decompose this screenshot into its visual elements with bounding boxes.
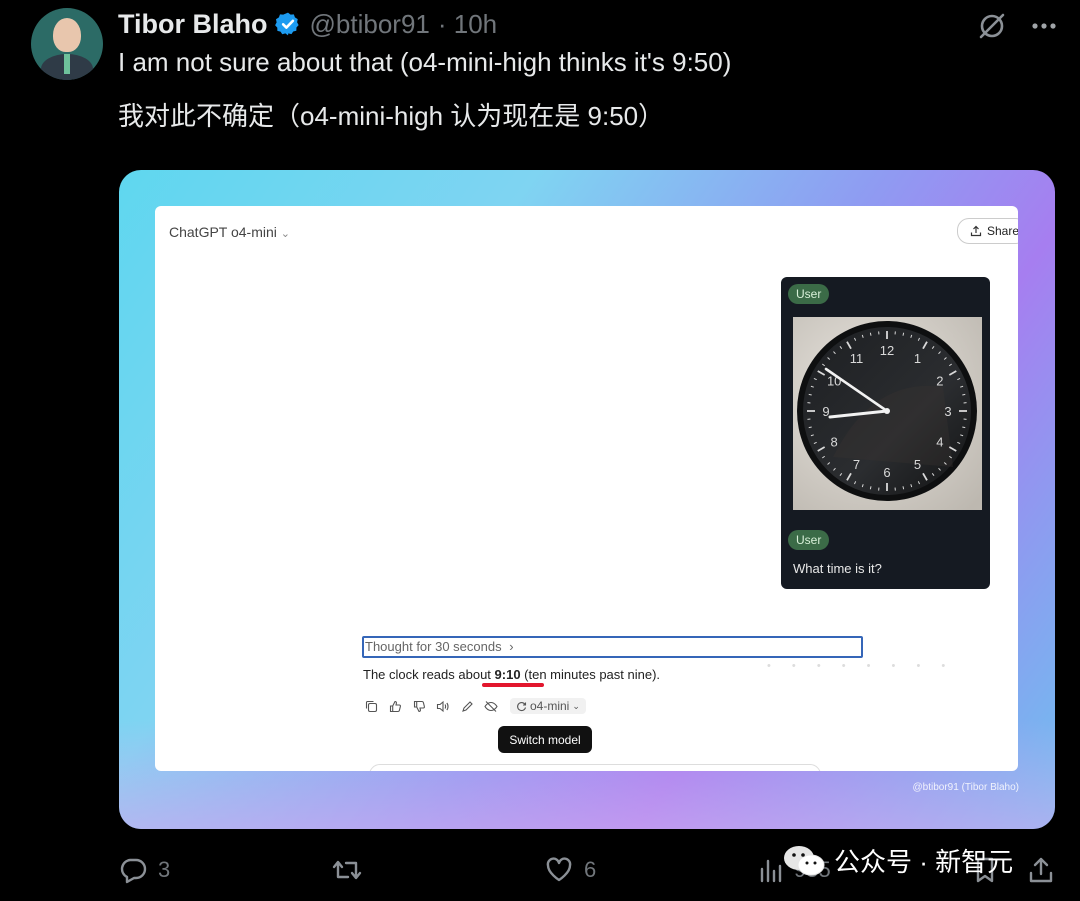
thought-toggle: Thought for 30 seconds › [362, 636, 863, 658]
reply-button[interactable]: 3 [118, 840, 170, 900]
thumbs-up-icon [386, 697, 404, 715]
clock-tick [808, 393, 812, 396]
avatar-face [53, 18, 81, 52]
post-time[interactable]: · 10h [438, 9, 497, 40]
chevron-down-icon: ⌄ [280, 228, 291, 240]
like-button[interactable]: 6 [544, 840, 596, 900]
tweet-text-chinese: 我对此不确定（o4-mini-high 认为现在是 9:50） [118, 101, 665, 131]
author-name[interactable]: Tibor Blaho [118, 9, 268, 40]
share-label: Share [987, 224, 1018, 238]
hide-icon [482, 697, 500, 715]
wechat-watermark: 公众号 · 新智元 [782, 842, 1013, 879]
clock-photo: 12 1 2 3 4 5 6 7 8 9 10 11 [793, 317, 982, 510]
clock-tick [808, 426, 812, 429]
answer-suffix: (ten minutes past nine). [520, 667, 661, 682]
image-credit: @btibor91 (Tibor Blaho) [912, 782, 1020, 793]
red-underline-annotation [482, 683, 544, 687]
wechat-icon [784, 845, 825, 875]
copy-icon [362, 697, 380, 715]
clock-tick [869, 486, 872, 490]
clock-numeral: 11 [850, 351, 864, 366]
author-row: Tibor Blaho @btibor91 · 10h [118, 6, 497, 42]
clock-numeral: 12 [880, 343, 894, 358]
clock-tick [962, 393, 966, 396]
repost-icon [332, 860, 362, 880]
heart-icon [546, 857, 572, 882]
user-badge: User [788, 284, 830, 304]
clock-numeral: 6 [883, 465, 890, 480]
chatgpt-screenshot: ChatGPT o4-mini ⌄ Share User 12 1 2 3 4 … [155, 206, 1018, 771]
share-button: Share [957, 218, 1018, 244]
refresh-icon [517, 701, 527, 711]
model-selector: ChatGPT o4-mini ⌄ [169, 224, 290, 240]
verified-badge-icon [274, 12, 299, 36]
clock-tick [902, 332, 905, 336]
author-handle[interactable]: @btibor91 [310, 9, 430, 40]
assistant-answer: The clock reads about 9:10 (ten minutes … [363, 667, 660, 682]
chevron-down-icon: ⌄ [572, 700, 580, 711]
more-options-icon[interactable] [1030, 12, 1058, 40]
clock-numeral: 1 [914, 351, 921, 366]
top-actions [976, 10, 1058, 42]
switch-model-chip: o4-mini ⌄ [510, 698, 586, 714]
answer-prefix: The clock reads about [363, 667, 495, 682]
chevron-right-icon: › [509, 639, 514, 654]
tweet-text-english: I am not sure about that (o4-mini-high t… [118, 47, 732, 77]
clock-tick [869, 332, 872, 336]
views-icon [760, 859, 782, 883]
faint-dots: • • • • • • • • [767, 660, 955, 672]
clock-numeral: 2 [936, 374, 943, 389]
clock-numeral: 3 [944, 404, 951, 419]
edit-icon [458, 697, 476, 715]
share-icon[interactable] [1026, 855, 1056, 885]
grok-icon[interactable] [976, 10, 1008, 42]
clock-tick [962, 426, 966, 429]
clock-numeral: 7 [853, 457, 860, 472]
wall-clock-image: 121234567891011 [793, 317, 982, 510]
model-title-label: ChatGPT o4-mini [169, 224, 277, 240]
clock-tick [902, 486, 905, 490]
avatar-tie [64, 54, 70, 74]
user-badge-2: User [788, 530, 830, 550]
watermark-text: 公众号 · 新智元 [834, 847, 1014, 877]
answer-time: 9:10 [494, 667, 521, 682]
message-actions: o4-mini ⌄ [362, 696, 586, 716]
reply-icon [120, 858, 147, 884]
thumbs-down-icon [410, 697, 428, 715]
composer-input-edge [369, 764, 821, 771]
switch-model-tooltip: Switch model [498, 726, 592, 753]
user-message-card: User 12 1 2 3 4 5 6 7 8 9 10 11 User Wha… [781, 277, 990, 589]
clock-numeral: 8 [831, 435, 838, 450]
like-count: 6 [584, 857, 597, 882]
share-icon [970, 225, 982, 237]
thought-label: Thought for 30 seconds [365, 639, 502, 654]
avatar[interactable] [31, 8, 103, 80]
user-question: What time is it? [793, 561, 882, 576]
clock-numeral: 5 [914, 457, 921, 472]
switch-model-label: o4-mini [530, 699, 570, 713]
reply-count: 3 [158, 857, 171, 882]
read-aloud-icon [434, 697, 452, 715]
repost-button[interactable] [330, 840, 364, 900]
tweet-media-image[interactable]: ChatGPT o4-mini ⌄ Share User 12 1 2 3 4 … [119, 170, 1055, 829]
clock-numeral: 4 [936, 435, 943, 450]
